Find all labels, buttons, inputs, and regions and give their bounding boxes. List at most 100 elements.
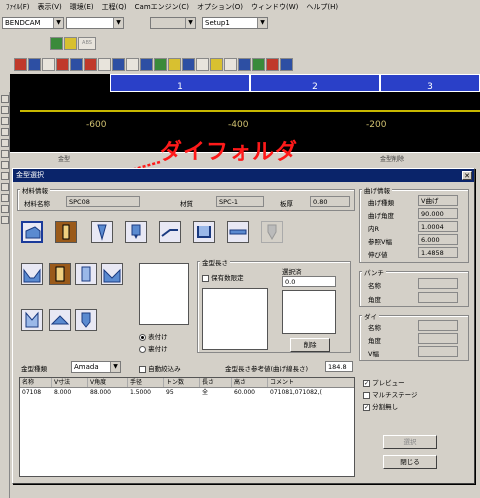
die-shape-icon[interactable] xyxy=(75,263,97,285)
bend-tool-icon[interactable] xyxy=(56,58,69,71)
bend-tool-icon[interactable] xyxy=(159,221,181,243)
abs-button[interactable]: ABS xyxy=(78,37,96,50)
tool-icon[interactable] xyxy=(1,194,9,202)
die-shape-icon[interactable] xyxy=(49,263,71,285)
toolbar-group-2 xyxy=(14,58,294,71)
close-icon[interactable]: ✕ xyxy=(462,171,472,180)
bend-tool-icon[interactable] xyxy=(84,58,97,71)
machine-combo[interactable]: BENDCAM ▼ xyxy=(2,17,64,29)
tool-icon[interactable] xyxy=(1,128,9,136)
die-shape-icon[interactable] xyxy=(21,309,43,331)
menu-camengine[interactable]: Camエンジン(C) xyxy=(131,2,193,12)
tool-table: 名称 V寸法 V角度 手径 トン数 長さ 高さ コメント 07108 8.000… xyxy=(19,377,355,477)
bend-tool-icon[interactable] xyxy=(112,58,125,71)
menu-view[interactable]: 表示(V) xyxy=(34,2,66,12)
punch-angle-label: 角度 xyxy=(368,296,381,304)
selected-value: 0.0 xyxy=(282,276,336,287)
bend-tool-icon[interactable] xyxy=(193,221,215,243)
chevron-down-icon[interactable]: ▼ xyxy=(113,18,123,28)
bend-type-label: 曲げ種類 xyxy=(368,199,394,207)
cell: 88.000 xyxy=(90,389,111,396)
close-button[interactable]: 閉じる xyxy=(383,455,437,469)
bend-tool-icon[interactable] xyxy=(70,58,83,71)
length-list[interactable] xyxy=(202,288,268,350)
delete-button[interactable]: 削除 xyxy=(290,338,330,352)
die-shape-icon[interactable] xyxy=(75,309,97,331)
bend-tool-icon[interactable] xyxy=(266,58,279,71)
toolbar-row-1: BENDCAM ▼ ▼ ▼ Setup1 ▼ xyxy=(0,14,480,32)
select-button[interactable]: 選択 xyxy=(383,435,437,449)
bend-step-tab-3[interactable]: 3 xyxy=(380,74,480,92)
open-icon[interactable] xyxy=(64,37,77,50)
menu-process[interactable]: 工程(Q) xyxy=(98,2,131,12)
tool-icon[interactable] xyxy=(1,172,9,180)
fixed-checkbox[interactable]: 保有数限定 xyxy=(202,272,244,282)
punch-icon[interactable] xyxy=(125,221,147,243)
machine-sub-combo[interactable]: ▼ xyxy=(66,17,124,29)
tool-icon[interactable] xyxy=(1,117,9,125)
preview-checkbox[interactable]: ✓ プレビュー xyxy=(363,377,405,387)
bend-tool-icon[interactable] xyxy=(210,58,223,71)
view-icon[interactable] xyxy=(196,58,209,71)
view-icon[interactable] xyxy=(224,58,237,71)
bend-tool-icon[interactable] xyxy=(154,58,167,71)
chevron-down-icon[interactable]: ▼ xyxy=(110,362,120,372)
die-shape-icon[interactable] xyxy=(21,263,43,285)
setup-combo[interactable]: Setup1 ▼ xyxy=(202,17,268,29)
save-icon[interactable] xyxy=(50,37,63,50)
orient-reverse[interactable]: 裏付け xyxy=(139,343,168,353)
punch-icon[interactable] xyxy=(91,221,113,243)
bend-tool-icon[interactable] xyxy=(140,58,153,71)
bend-tool-icon[interactable] xyxy=(168,58,181,71)
tool-icon[interactable] xyxy=(1,161,9,169)
chevron-down-icon[interactable]: ▼ xyxy=(53,18,63,28)
type-combo[interactable]: Amada ▼ xyxy=(71,361,121,373)
die-icon[interactable] xyxy=(55,221,77,243)
tool-icon[interactable] xyxy=(1,106,9,114)
tool-icon[interactable] xyxy=(1,205,9,213)
left-toolbar xyxy=(0,92,10,498)
menu-env[interactable]: 環境(E) xyxy=(66,2,98,12)
table-row[interactable]: 07108 8.000 88.000 1.5000 95 全 60.000 07… xyxy=(20,388,354,397)
bend-tool-icon[interactable] xyxy=(238,58,251,71)
orient-forward[interactable]: 表付け xyxy=(139,331,168,341)
die-shape-icon[interactable] xyxy=(101,263,123,285)
die-holder-icon[interactable] xyxy=(21,221,43,243)
blank-combo[interactable]: ▼ xyxy=(150,17,196,29)
tool-icon[interactable] xyxy=(1,150,9,158)
radio-reverse[interactable] xyxy=(139,345,146,353)
view-icon[interactable] xyxy=(98,58,111,71)
view-icon[interactable] xyxy=(126,58,139,71)
chevron-down-icon[interactable]: ▼ xyxy=(185,18,195,28)
menu-file[interactable]: ﾌｧｲﾙ(F) xyxy=(2,2,34,12)
die-name-label: 名称 xyxy=(368,324,381,332)
view-icon[interactable] xyxy=(42,58,55,71)
chevron-down-icon[interactable]: ▼ xyxy=(257,18,267,28)
bend-tool-icon[interactable] xyxy=(280,58,293,71)
bend-tool-icon[interactable] xyxy=(227,221,249,243)
multistage-checkbox[interactable]: マルチステージ xyxy=(363,389,417,399)
selected-list[interactable] xyxy=(282,290,336,334)
group-label: ダイ xyxy=(362,311,379,321)
bend-tool-icon[interactable] xyxy=(14,58,27,71)
die-shape-icon[interactable] xyxy=(49,309,71,331)
bend-tool-icon[interactable] xyxy=(182,58,195,71)
menu-help[interactable]: ヘルプ(H) xyxy=(302,2,342,12)
check-icon[interactable] xyxy=(252,58,265,71)
axis-label: -600 xyxy=(86,120,107,130)
tool-icon[interactable] xyxy=(1,183,9,191)
auto-filter-checkbox[interactable]: 自動絞込み xyxy=(139,363,181,373)
no-split-checkbox[interactable]: ✓ 分割無し xyxy=(363,401,398,411)
bend-step-tab-2[interactable]: 2 xyxy=(250,74,380,92)
tool-icon[interactable] xyxy=(1,216,9,224)
radio-forward[interactable] xyxy=(139,333,146,341)
toolbar-group-1: ABS xyxy=(50,37,97,50)
menu-option[interactable]: オプション(O) xyxy=(193,2,247,12)
menu-window[interactable]: ウィンドウ(W) xyxy=(247,2,302,12)
bend-step-tab-1[interactable]: 1 xyxy=(110,74,250,92)
material-group: 材料情報 材料名称 SPC08 材質 SPC-1 板厚 0.80 xyxy=(17,185,355,211)
tool-icon[interactable] xyxy=(1,95,9,103)
bend-tool-icon[interactable] xyxy=(28,58,41,71)
inner-r-label: 内R xyxy=(368,225,380,233)
tool-icon[interactable] xyxy=(1,139,9,147)
